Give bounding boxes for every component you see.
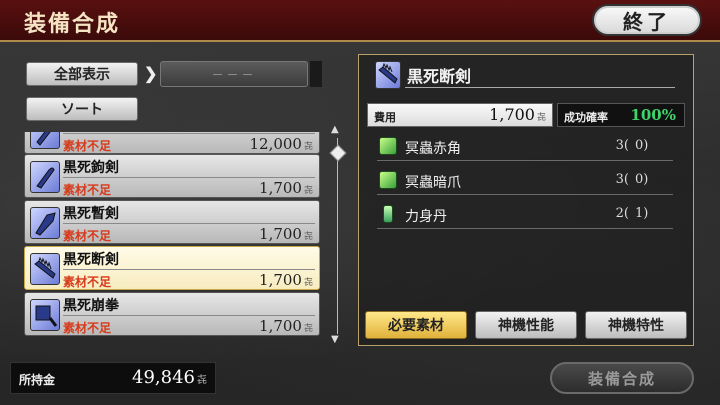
money-display: 所持金 49,846 㐂 (10, 362, 216, 394)
material-name: 力身丹 (405, 209, 447, 225)
blade-icon (30, 132, 60, 149)
broad-sword-icon (30, 207, 60, 239)
page-title: 装備合成 (24, 11, 121, 37)
material-name: 冥蟲赤角 (405, 141, 461, 157)
money-label: 所持金 (19, 373, 56, 387)
green-crystal-icon (379, 137, 397, 155)
equipment-list[interactable]: 素材不足 12,000 㐂 黒死鉤剣 素材不足 1,700 㐂 黒死暫剣 素材不足 … (24, 132, 320, 344)
hook-sword-icon (30, 161, 60, 193)
success-rate-value: 100% (630, 106, 676, 124)
success-rate-box: 成功確率 100% (557, 103, 685, 127)
material-required: 2( (615, 206, 629, 221)
green-crystal-icon (379, 171, 397, 189)
item-name: 黒死崩拳 (63, 298, 119, 314)
cost-label: 費用 (374, 111, 396, 124)
item-status: 素材不足 (63, 229, 112, 243)
item-name: 黒死暫剣 (63, 206, 119, 222)
material-row: 力身丹 2( 1) (377, 201, 673, 229)
material-held: 0) (635, 138, 649, 153)
tab-required-materials[interactable]: 必要素材 (365, 311, 467, 339)
money-value: 49,846 㐂 (132, 367, 207, 388)
close-button[interactable]: 終了 (592, 4, 702, 36)
list-item[interactable]: 素材不足 12,000 㐂 (24, 132, 320, 154)
detail-panel: 黒死断剣 費用 1,700 㐂 成功確率 100% 冥蟲赤角 3( 0) 冥蟲暗爪… (358, 54, 694, 346)
header-bar: 装備合成 終了 (0, 0, 720, 42)
material-name: 冥蟲暗爪 (405, 175, 461, 191)
serrated-sword-icon (375, 61, 401, 89)
material-row: 冥蟲赤角 3( 0) (377, 133, 673, 161)
material-required: 3( (615, 138, 629, 153)
item-status: 素材不足 (63, 321, 112, 335)
tab-performance[interactable]: 神機性能 (475, 311, 577, 339)
detail-title: 黒死断剣 (407, 67, 472, 86)
list-item[interactable]: 黒死鉤剣 素材不足 1,700 㐂 (24, 154, 320, 198)
tab-traits[interactable]: 神機特性 (585, 311, 687, 339)
list-item[interactable]: 黒死暫剣 素材不足 1,700 㐂 (24, 200, 320, 244)
item-cost: 1,700 㐂 (259, 317, 313, 335)
material-required: 3( (615, 172, 629, 187)
fist-weapon-icon (30, 299, 60, 331)
success-rate-label: 成功確率 (564, 111, 608, 124)
material-held: 1) (635, 206, 649, 221)
filter-divider (310, 61, 322, 87)
item-status: 素材不足 (63, 275, 112, 289)
cost-box: 費用 1,700 㐂 (367, 103, 553, 127)
cost-value: 1,700 㐂 (489, 105, 546, 124)
item-status: 素材不足 (63, 139, 112, 153)
item-cost: 1,700 㐂 (259, 271, 313, 289)
item-cost: 12,000 㐂 (249, 135, 313, 153)
material-held: 0) (635, 172, 649, 187)
item-cost: 1,700 㐂 (259, 225, 313, 243)
list-item-selected[interactable]: 黒死断剣 素材不足 1,700 㐂 (24, 246, 320, 290)
synthesize-button[interactable]: 装備合成 (550, 362, 694, 394)
item-status: 素材不足 (63, 183, 112, 197)
serrated-sword-icon (30, 253, 60, 285)
scrollbar-track[interactable] (337, 138, 338, 334)
list-item[interactable]: 黒死崩拳 素材不足 1,700 㐂 (24, 292, 320, 336)
material-row: 冥蟲暗爪 3( 0) (377, 167, 673, 195)
filter-dropdown[interactable]: －－－ (160, 61, 308, 87)
chevron-right-icon: ❯ (144, 64, 158, 83)
scroll-down-icon[interactable]: ▼ (331, 334, 339, 345)
item-cost: 1,700 㐂 (259, 179, 313, 197)
scroll-up-icon[interactable]: ▲ (331, 124, 339, 135)
item-name: 黒死断剣 (63, 252, 119, 268)
show-all-button[interactable]: 全部表示 (26, 62, 138, 86)
sort-button[interactable]: ソート (26, 97, 138, 121)
vial-icon (383, 205, 393, 223)
item-name: 黒死鉤剣 (63, 160, 119, 176)
